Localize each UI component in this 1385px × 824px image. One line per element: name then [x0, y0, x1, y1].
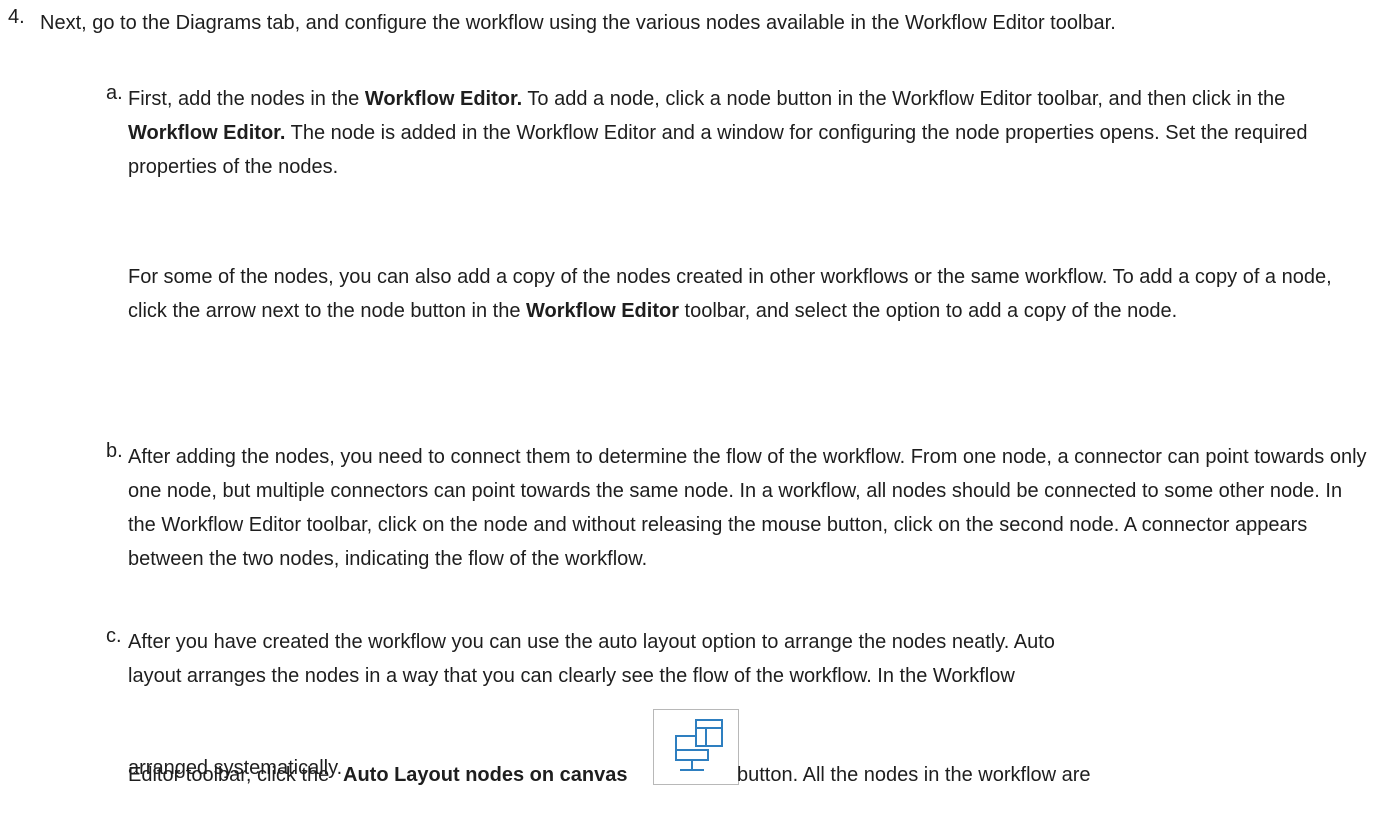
- substep-c-line-4: arranged systematically.: [128, 757, 343, 779]
- substep-b-text: After adding the nodes, you need to conn…: [128, 446, 1367, 570]
- substep-c-marker: c.: [106, 625, 122, 647]
- substep-a-text-3: The node is added in the Workflow Editor…: [128, 122, 1308, 178]
- substep-c-line-1: After you have created the workflow you …: [128, 631, 1055, 653]
- workflow-editor-ref-2: Workflow Editor.: [128, 122, 286, 144]
- substep-a-paragraph-1: First, add the nodes in the Workflow Edi…: [128, 82, 1373, 184]
- substep-a-text-1: First, add the nodes in the: [128, 88, 365, 110]
- step-4-marker: 4.: [8, 6, 25, 28]
- substep-a-text-2: To add a node, click a node button in th…: [522, 88, 1286, 110]
- workflow-editor-ref-3: Workflow Editor: [526, 300, 679, 322]
- substep-a-p2-text-2: toolbar, and select the option to add a …: [679, 300, 1178, 322]
- step-4-text: Next, go to the Diagrams tab, and config…: [40, 12, 1116, 34]
- document-page: 4. Next, go to the Diagrams tab, and con…: [0, 0, 1385, 824]
- substep-a-marker: a.: [106, 82, 123, 104]
- substep-c-line-2: layout arranges the nodes in a way that …: [128, 665, 1015, 687]
- workflow-editor-ref-1: Workflow Editor.: [364, 88, 523, 110]
- substep-b-marker: b.: [106, 440, 123, 462]
- substep-a-paragraph-2: For some of the nodes, you can also add …: [128, 260, 1373, 328]
